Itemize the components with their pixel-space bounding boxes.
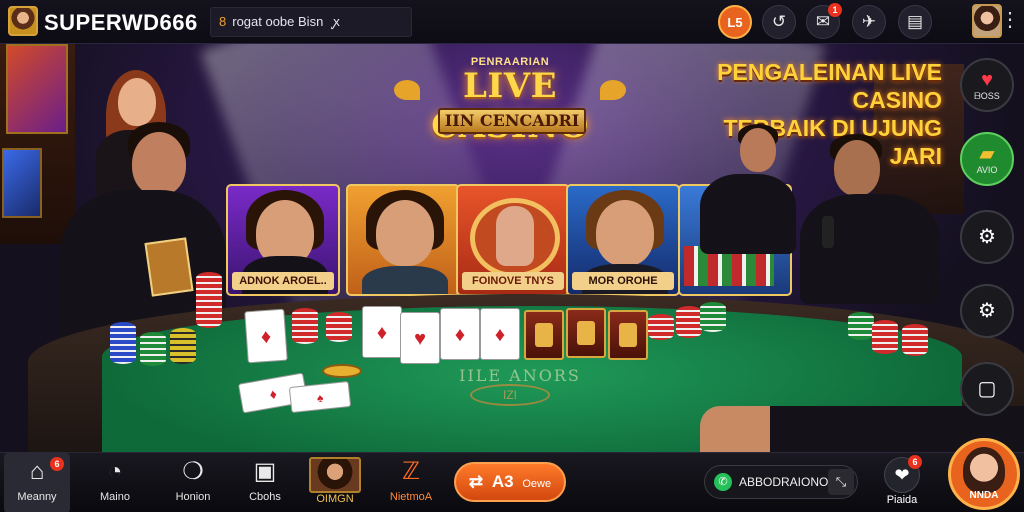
chat-button[interactable]: ❤ 6 Piaida bbox=[872, 453, 932, 512]
history-icon[interactable]: ↺ bbox=[762, 5, 796, 39]
chat-icon: ❤ 6 bbox=[884, 455, 922, 493]
game-card-1[interactable]: ADNOK AROEL.. bbox=[226, 184, 340, 296]
nav-promo[interactable]: ❍ Honion bbox=[160, 453, 226, 512]
level-badge-icon[interactable]: L5 bbox=[718, 5, 752, 39]
settings-button[interactable]: ⚙ bbox=[960, 210, 1014, 264]
nav-events[interactable]: ℤ NietmoA bbox=[378, 453, 444, 512]
nav-home-label: Meanny bbox=[17, 491, 57, 503]
table-felt-ring: IZI bbox=[470, 384, 550, 406]
favorite-label: ᗷOSS bbox=[974, 91, 1000, 101]
dealer-thumbnail bbox=[309, 457, 361, 493]
events-icon: ℤ bbox=[402, 458, 420, 485]
notification-badge: 6 bbox=[50, 457, 64, 471]
notification-badge: 1 bbox=[828, 3, 842, 17]
notification-badge: 6 bbox=[908, 455, 922, 469]
wallet-button[interactable]: ▰ AVIO bbox=[960, 132, 1014, 186]
expand-icon[interactable]: ⤡ bbox=[828, 469, 854, 495]
avatar-face bbox=[963, 447, 1005, 493]
nav-bonus-label: Cbohs bbox=[249, 491, 281, 503]
game-card-2[interactable] bbox=[346, 184, 460, 296]
nav-events-label: NietmoA bbox=[389, 491, 433, 503]
hand-icon bbox=[496, 206, 534, 266]
ticker-text: rogat oobe Bisn bbox=[232, 14, 324, 29]
game-card-3[interactable]: FOINOVE TNYS bbox=[456, 184, 570, 296]
gear-icon: ⚙ bbox=[978, 226, 996, 248]
more-menu-icon[interactable]: ⋮ bbox=[1000, 10, 1020, 30]
nav-home[interactable]: ⌂ Meanny 6 bbox=[4, 453, 70, 512]
chat-label: Piaida bbox=[886, 494, 918, 506]
game-card-label: FOINOVE TNYS bbox=[462, 272, 564, 290]
card-on-shirt bbox=[144, 237, 194, 297]
nav-bonus[interactable]: ▣ Cbohs bbox=[232, 453, 298, 512]
top-bar: SUPERWD666 8 rogat oobe Bisn ꭙ L5 ↺ ✉ 1 ✈ … bbox=[0, 0, 1024, 44]
options-button[interactable]: ⚙ bbox=[960, 284, 1014, 338]
live-casino-logo: LIVE CASINO bbox=[431, 66, 588, 146]
promo-icon: ❍ bbox=[182, 458, 204, 485]
nav-games[interactable]: ◔ Maino bbox=[82, 453, 148, 512]
gift-icon[interactable]: ✉ 1 bbox=[806, 3, 842, 39]
wallet-icon[interactable]: ▤ bbox=[898, 5, 932, 39]
gold-coin bbox=[322, 364, 362, 378]
whatsapp-icon: ✆ bbox=[714, 473, 732, 491]
deposit-button[interactable]: ⇄ A3 Oewe bbox=[454, 462, 566, 502]
nav-live-label: OIMGN bbox=[316, 493, 354, 505]
games-icon: ◔ bbox=[107, 458, 123, 485]
nav-live-dealer[interactable]: OIMGN bbox=[302, 453, 368, 512]
expand-icon: ▢ bbox=[977, 378, 997, 400]
gear-icon: ⚙ bbox=[978, 300, 996, 322]
promo-tagline: PENGALEINAN LIVE CASINO TERBAIK DI UJUNG… bbox=[717, 59, 942, 169]
transfer-icon: ⇄ bbox=[468, 472, 484, 491]
deposit-value: A3 bbox=[491, 472, 514, 491]
microphone-icon bbox=[822, 216, 834, 248]
game-card-label: MOR OROHE bbox=[572, 272, 674, 290]
game-card-4[interactable]: MOR OROHE bbox=[566, 184, 680, 296]
support-label: NNDA bbox=[969, 490, 999, 501]
ticker-extra: ꭙ bbox=[332, 14, 340, 29]
coin-icon: ▰ bbox=[979, 143, 995, 165]
table-felt-text: IILE ANORS bbox=[459, 366, 581, 385]
support-avatar[interactable]: NNDA bbox=[948, 438, 1020, 510]
speaker-icon: 8 bbox=[219, 14, 227, 29]
brand-name[interactable]: SUPERWD666 bbox=[44, 10, 198, 36]
profile-avatar[interactable] bbox=[972, 4, 1002, 38]
slot-machine-wall bbox=[0, 44, 75, 244]
bonus-icon: ▣ bbox=[253, 458, 277, 485]
bottom-nav-bar: ⌂ Meanny 6 ◔ Maino ❍ Honion ▣ Cbohs OIMG… bbox=[0, 452, 1024, 512]
casino-scene: PENRAARIAN LIVE CASINO IIN CENCADRI PENG… bbox=[0, 44, 1024, 452]
nav-games-label: Maino bbox=[100, 491, 130, 503]
nav-promo-label: Honion bbox=[175, 491, 211, 503]
user-avatar[interactable] bbox=[8, 6, 38, 36]
game-card-label: ADNOK AROEL.. bbox=[232, 272, 334, 290]
contact-field[interactable]: ✆ ABBODRAIONOAO ⤡ bbox=[704, 465, 858, 499]
deposit-label: Oewe bbox=[522, 478, 552, 490]
share-icon[interactable]: ✈ bbox=[852, 5, 886, 39]
announcement-ticker[interactable]: 8 rogat oobe Bisn ꭙ bbox=[210, 7, 412, 37]
favorite-button[interactable]: ♥ ᗷOSS bbox=[960, 58, 1014, 112]
wallet-label: AVIO bbox=[976, 165, 998, 175]
fullscreen-button[interactable]: ▢ bbox=[960, 362, 1014, 416]
heart-icon: ♥ bbox=[981, 69, 993, 91]
logo-ribbon: IIN CENCADRI bbox=[438, 108, 586, 134]
